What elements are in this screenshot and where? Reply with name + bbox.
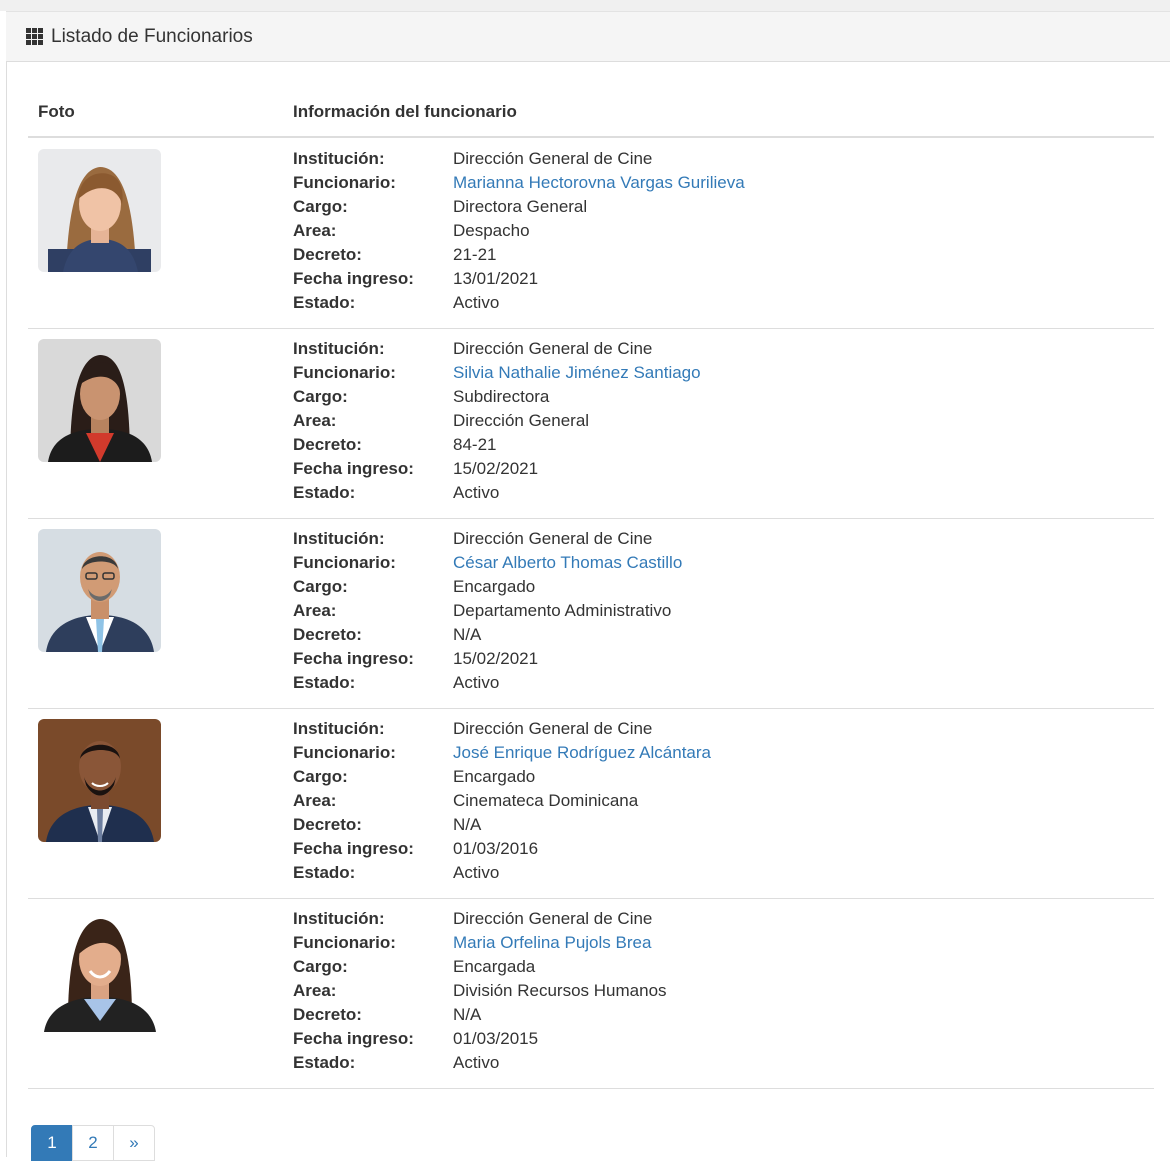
- label-institucion: Institución:: [293, 909, 385, 928]
- label-funcionario: Funcionario:: [293, 173, 396, 192]
- label-fecha-ingreso: Fecha ingreso:: [293, 459, 414, 478]
- table-row: Institución: Dirección General de Cine Fu…: [28, 899, 1154, 1089]
- panel-title: Listado de Funcionarios: [51, 25, 253, 47]
- official-info: Institución: Dirección General de Cine Fu…: [293, 147, 1093, 315]
- label-decreto: Decreto:: [293, 245, 362, 264]
- label-area: Area:: [293, 981, 337, 1000]
- table-row: Institución: Dirección General de Cine Fu…: [28, 329, 1154, 519]
- value-area: Departamento Administrativo: [453, 601, 672, 620]
- label-decreto: Decreto:: [293, 625, 362, 644]
- label-fecha-ingreso: Fecha ingreso:: [293, 649, 414, 668]
- value-fecha-ingreso: 01/03/2015: [453, 1029, 539, 1048]
- value-area: Cinemateca Dominicana: [453, 791, 639, 810]
- panel-heading: Listado de Funcionarios: [6, 11, 1170, 62]
- table-header: Foto Información del funcionario: [28, 88, 1154, 138]
- value-fecha-ingreso: 01/03/2016: [453, 839, 539, 858]
- value-institucion: Dirección General de Cine: [453, 529, 653, 548]
- value-cargo: Encargado: [453, 577, 536, 596]
- label-fecha-ingreso: Fecha ingreso:: [293, 269, 414, 288]
- label-fecha-ingreso: Fecha ingreso:: [293, 1029, 414, 1048]
- label-cargo: Cargo:: [293, 767, 348, 786]
- page-2-button[interactable]: 2: [72, 1125, 114, 1161]
- table-row: Institución: Dirección General de Cine Fu…: [28, 709, 1154, 899]
- official-info: Institución: Dirección General de Cine Fu…: [293, 717, 1093, 885]
- label-decreto: Decreto:: [293, 1005, 362, 1024]
- page-1-button[interactable]: 1: [31, 1125, 73, 1161]
- label-area: Area:: [293, 601, 337, 620]
- label-funcionario: Funcionario:: [293, 553, 396, 572]
- official-info: Institución: Dirección General de Cine Fu…: [293, 337, 1093, 505]
- official-photo: [38, 529, 161, 652]
- label-cargo: Cargo:: [293, 957, 348, 976]
- pagination: 1 2 »: [31, 1125, 155, 1161]
- label-institucion: Institución:: [293, 719, 385, 738]
- table-row: Institución: Dirección General de Cine Fu…: [28, 519, 1154, 709]
- value-decreto: 21-21: [453, 245, 497, 264]
- official-photo: [38, 149, 161, 272]
- label-cargo: Cargo:: [293, 387, 348, 406]
- official-name-link[interactable]: Marianna Hectorovna Vargas Gurilieva: [453, 171, 745, 195]
- label-institucion: Institución:: [293, 149, 385, 168]
- label-estado: Estado:: [293, 293, 356, 312]
- label-decreto: Decreto:: [293, 815, 362, 834]
- official-photo: [38, 719, 161, 842]
- label-estado: Estado:: [293, 863, 356, 882]
- official-info: Institución: Dirección General de Cine Fu…: [293, 907, 1093, 1075]
- value-fecha-ingreso: 15/02/2021: [453, 649, 539, 668]
- column-header-foto: Foto: [38, 102, 75, 121]
- official-name-link[interactable]: José Enrique Rodríguez Alcántara: [453, 741, 711, 765]
- value-estado: Activo: [453, 1053, 500, 1072]
- table-row: Institución: Dirección General de Cine Fu…: [28, 139, 1154, 329]
- official-name-link[interactable]: Silvia Nathalie Jiménez Santiago: [453, 361, 701, 385]
- value-estado: Activo: [453, 863, 500, 882]
- label-institucion: Institución:: [293, 339, 385, 358]
- label-estado: Estado:: [293, 1053, 356, 1072]
- label-funcionario: Funcionario:: [293, 743, 396, 762]
- value-estado: Activo: [453, 673, 500, 692]
- value-fecha-ingreso: 15/02/2021: [453, 459, 539, 478]
- value-institucion: Dirección General de Cine: [453, 149, 653, 168]
- label-fecha-ingreso: Fecha ingreso:: [293, 839, 414, 858]
- value-area: Dirección General: [453, 411, 590, 430]
- label-area: Area:: [293, 791, 337, 810]
- value-estado: Activo: [453, 293, 500, 312]
- value-decreto: N/A: [453, 815, 482, 834]
- value-institucion: Dirección General de Cine: [453, 719, 653, 738]
- next-page-button[interactable]: »: [113, 1125, 155, 1161]
- official-photo: [38, 339, 161, 462]
- value-decreto: N/A: [453, 625, 482, 644]
- value-area: Despacho: [453, 221, 530, 240]
- value-estado: Activo: [453, 483, 500, 502]
- label-estado: Estado:: [293, 483, 356, 502]
- value-decreto: N/A: [453, 1005, 482, 1024]
- label-decreto: Decreto:: [293, 435, 362, 454]
- official-name-link[interactable]: Maria Orfelina Pujols Brea: [453, 931, 651, 955]
- value-institucion: Dirección General de Cine: [453, 909, 653, 928]
- value-institucion: Dirección General de Cine: [453, 339, 653, 358]
- value-cargo: Encargada: [453, 957, 536, 976]
- label-cargo: Cargo:: [293, 577, 348, 596]
- column-header-info: Información del funcionario: [293, 102, 517, 121]
- official-photo: [38, 909, 161, 1032]
- value-cargo: Subdirectora: [453, 387, 550, 406]
- label-area: Area:: [293, 221, 337, 240]
- label-area: Area:: [293, 411, 337, 430]
- official-name-link[interactable]: César Alberto Thomas Castillo: [453, 551, 682, 575]
- label-estado: Estado:: [293, 673, 356, 692]
- value-area: División Recursos Humanos: [453, 981, 667, 1000]
- grid-icon: [26, 28, 43, 45]
- label-institucion: Institución:: [293, 529, 385, 548]
- label-cargo: Cargo:: [293, 197, 348, 216]
- value-cargo: Directora General: [453, 197, 588, 216]
- value-cargo: Encargado: [453, 767, 536, 786]
- label-funcionario: Funcionario:: [293, 363, 396, 382]
- value-decreto: 84-21: [453, 435, 497, 454]
- top-strip: [0, 0, 1170, 11]
- official-info: Institución: Dirección General de Cine Fu…: [293, 527, 1093, 695]
- value-fecha-ingreso: 13/01/2021: [453, 269, 539, 288]
- label-funcionario: Funcionario:: [293, 933, 396, 952]
